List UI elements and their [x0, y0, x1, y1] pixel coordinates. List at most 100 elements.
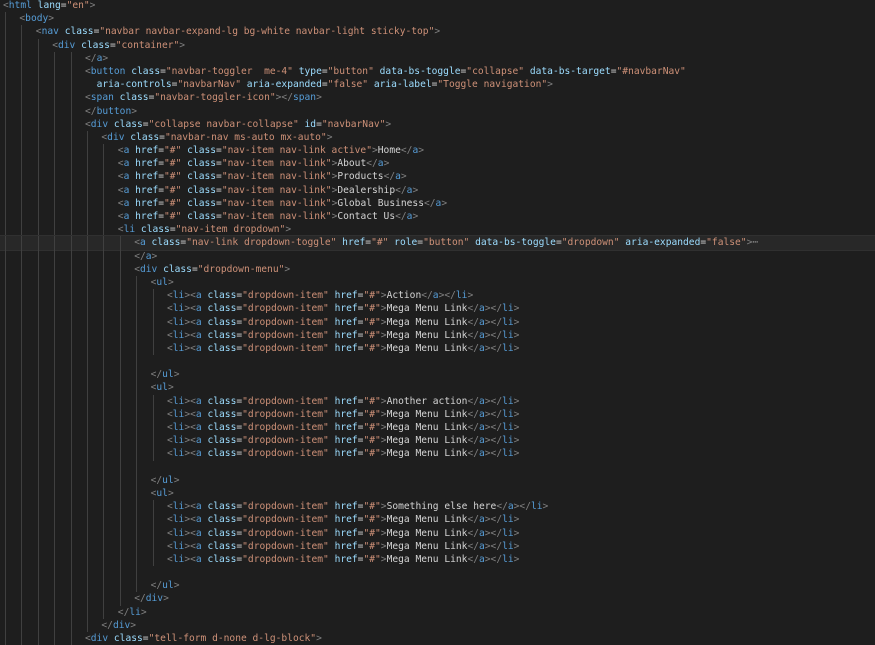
indent-guide	[54, 223, 56, 237]
code-token: "dropdown-item"	[242, 342, 329, 354]
indent-guide	[103, 196, 105, 210]
code-token: Global Business	[337, 197, 424, 209]
code-line[interactable]	[0, 355, 875, 369]
indent-guide	[54, 552, 56, 567]
indent-guide	[37, 130, 39, 145]
code-line[interactable]	[0, 460, 875, 474]
code-line[interactable]: <li><a class="dropdown-item" href="#">An…	[0, 394, 875, 408]
code-line[interactable]: <li><a class="dropdown-item" href="#">Me…	[0, 328, 875, 342]
code-token: ><	[184, 395, 196, 407]
indent-guide	[37, 157, 39, 171]
code-line[interactable]	[0, 566, 875, 580]
indent-guide	[54, 196, 56, 210]
code-line[interactable]: <div class="dropdown-menu">	[0, 262, 875, 276]
code-line[interactable]: </button>	[0, 104, 875, 118]
code-line[interactable]: <ul>	[0, 381, 875, 395]
indent-guide	[70, 552, 72, 567]
code-line-current[interactable]: <a class="nav-link dropdown-toggle" href…	[0, 235, 875, 251]
code-line[interactable]: <li><a class="dropdown-item" href="#">Me…	[0, 315, 875, 329]
code-token: >	[547, 79, 553, 91]
code-line[interactable]: </a>	[0, 51, 875, 65]
code-token: "nav-item dropdown"	[175, 224, 286, 236]
code-token: body	[25, 13, 49, 25]
code-line[interactable]: <li><a class="dropdown-item" href="#">So…	[0, 500, 875, 514]
indent-guide	[37, 407, 39, 421]
code-line[interactable]: </ul>	[0, 368, 875, 382]
code-line[interactable]: <body>	[0, 12, 875, 26]
code-token: </	[150, 369, 163, 381]
code-token: >	[151, 250, 158, 262]
fold-ellipsis-icon[interactable]: ⋯	[752, 237, 758, 248]
code-line[interactable]: <span class="navbar-toggler-icon"></span…	[0, 91, 875, 105]
code-editor[interactable]: <html lang="en"> <body> <nav class="navbar…	[0, 0, 875, 645]
code-line[interactable]: <a href="#" class="nav-item nav-link">De…	[0, 183, 875, 197]
code-token: li	[502, 527, 514, 539]
code-token: </	[467, 514, 479, 526]
code-line[interactable]: <a href="#" class="nav-item nav-link">Ab…	[0, 157, 875, 171]
code-token: class	[207, 514, 237, 526]
code-token: "#"	[363, 408, 381, 420]
code-line[interactable]: <li><a class="dropdown-item" href="#">Me…	[0, 341, 875, 356]
code-line[interactable]: <html lang="en">	[0, 0, 875, 12]
code-line[interactable]: <li><a class="dropdown-item" href="#">Me…	[0, 302, 875, 316]
code-line[interactable]: <button class="navbar-toggler me-4" type…	[0, 64, 875, 79]
code-line[interactable]: </ul>	[0, 473, 875, 487]
code-line[interactable]: <div class="container">	[0, 38, 875, 52]
indent-guide	[119, 341, 121, 356]
code-line[interactable]: <nav class="navbar navbar-expand-lg bg-w…	[0, 25, 875, 39]
code-line[interactable]: </div>	[0, 618, 875, 632]
code-token: data-bs-target	[529, 65, 611, 77]
code-line[interactable]: </li>	[0, 605, 875, 619]
code-line[interactable]: <li><a class="dropdown-item" href="#">Ac…	[0, 289, 875, 303]
code-line[interactable]: <div class="navbar-nav ms-auto mx-auto">	[0, 130, 875, 145]
code-line[interactable]: <a href="#" class="nav-item nav-link">Co…	[0, 210, 875, 224]
code-line[interactable]: <li><a class="dropdown-item" href="#">Me…	[0, 526, 875, 540]
code-line[interactable]: <a href="#" class="nav-item nav-link act…	[0, 144, 875, 158]
code-line[interactable]: <li><a class="dropdown-item" href="#">Me…	[0, 407, 875, 421]
indent-guide	[70, 210, 72, 224]
code-token: >	[173, 580, 180, 592]
code-token: "button"	[423, 237, 470, 249]
code-token: >	[513, 435, 520, 447]
code-line[interactable]: <li><a class="dropdown-item" href="#">Me…	[0, 421, 875, 435]
indent-guide	[37, 513, 39, 527]
code-line[interactable]: <li><a class="dropdown-item" href="#">Me…	[0, 447, 875, 461]
code-token: >	[513, 422, 520, 433]
code-line[interactable]: <a href="#" class="nav-item nav-link">Gl…	[0, 196, 875, 210]
code-line[interactable]: <ul>	[0, 486, 875, 501]
code-token: li	[172, 435, 185, 447]
indent-guide	[103, 157, 105, 171]
code-line[interactable]: <a href="#" class="nav-item nav-link">Pr…	[0, 170, 875, 184]
code-line[interactable]: </a>	[0, 249, 875, 263]
code-token: class	[163, 263, 192, 275]
code-token: >	[513, 329, 520, 341]
code-token: li	[502, 395, 514, 407]
code-line[interactable]: <li><a class="dropdown-item" href="#">Me…	[0, 552, 875, 567]
code-token: ></	[484, 329, 503, 341]
indent-guide	[5, 117, 6, 131]
indent-guide	[37, 249, 39, 263]
code-token: "dropdown-item"	[242, 422, 329, 433]
indent-guide	[103, 249, 105, 263]
code-text: <li><a class="dropdown-item" href="#">An…	[167, 396, 519, 407]
code-line[interactable]: <div class="collapse navbar-collapse" id…	[0, 117, 875, 131]
code-line[interactable]: <li class="nav-item dropdown">	[0, 223, 875, 237]
indent-guide	[103, 236, 105, 250]
indent-guide	[54, 592, 56, 606]
indent-guide	[103, 579, 105, 593]
code-token: >	[285, 224, 292, 236]
code-text: <li><a class="dropdown-item" href="#">Me…	[167, 343, 519, 354]
code-text: </ul>	[151, 580, 180, 591]
code-text: <a href="#" class="nav-item nav-link">Pr…	[118, 171, 407, 182]
code-line[interactable]: <li><a class="dropdown-item" href="#">Me…	[0, 539, 875, 553]
code-line[interactable]: <li><a class="dropdown-item" href="#">Me…	[0, 513, 875, 527]
code-line[interactable]: </ul>	[0, 579, 875, 593]
indent-guide	[54, 341, 56, 356]
code-line[interactable]: <ul>	[0, 275, 875, 290]
code-token: ><	[184, 342, 196, 354]
code-line[interactable]: <li><a class="dropdown-item" href="#">Me…	[0, 434, 875, 448]
indent-guide	[21, 183, 23, 197]
code-token: "tell-form d-none d-lg-block"	[148, 633, 317, 644]
code-line[interactable]: aria-controls="navbarNav" aria-expanded=…	[0, 78, 875, 92]
code-line[interactable]: </div>	[0, 592, 875, 606]
